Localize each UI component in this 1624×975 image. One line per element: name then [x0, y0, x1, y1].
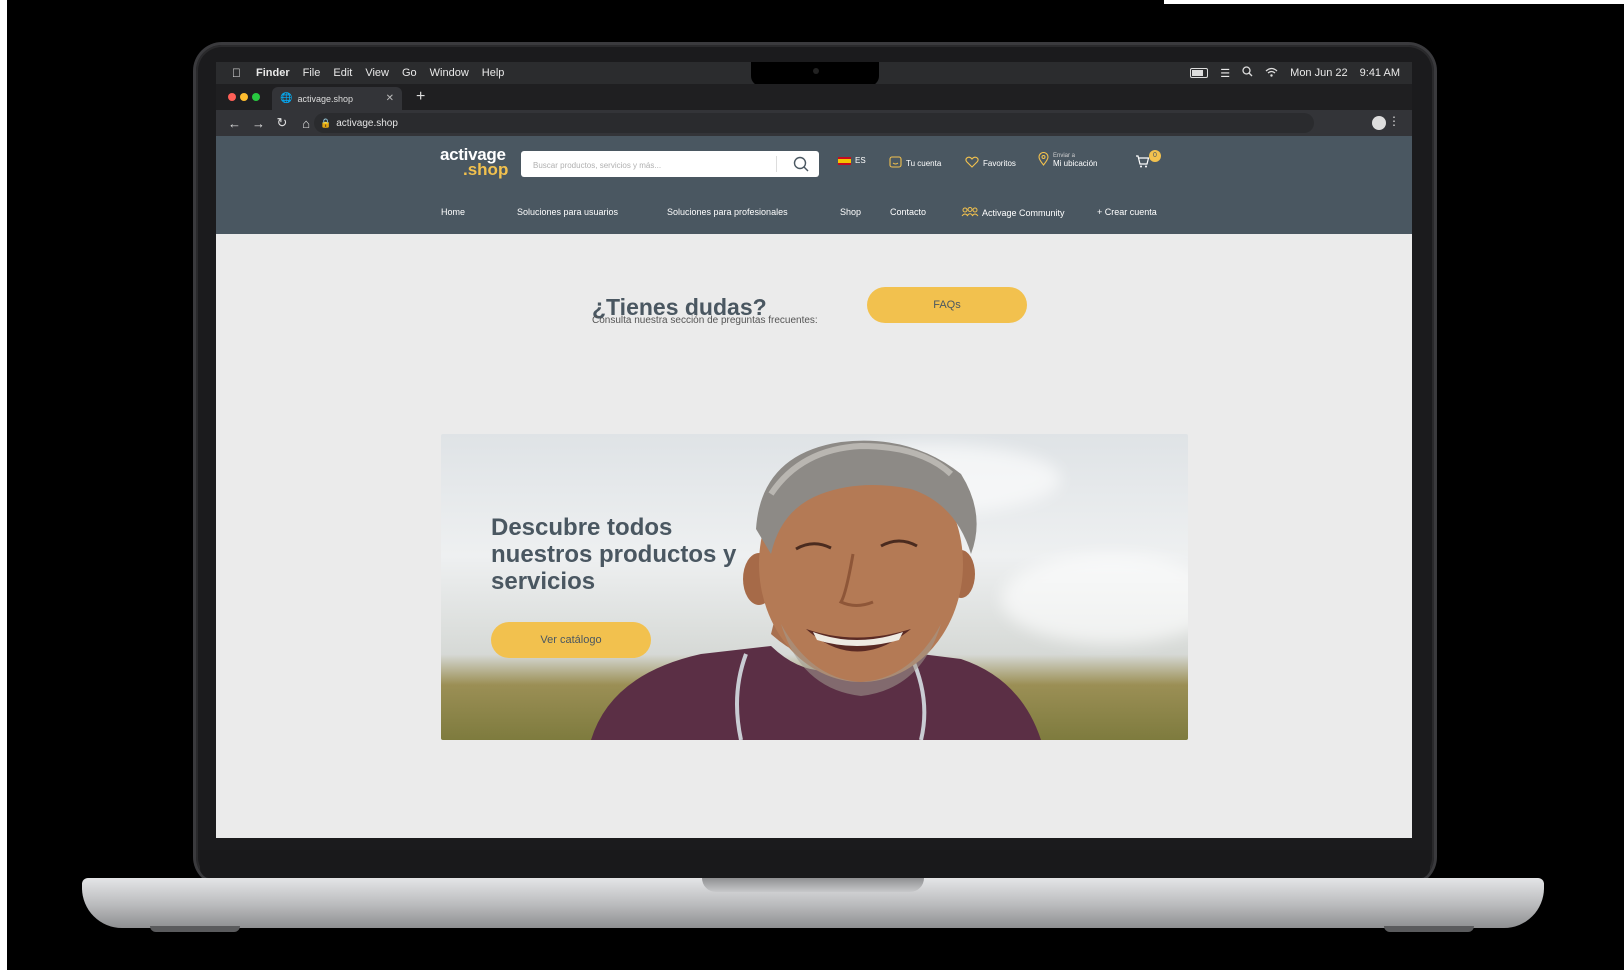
browser-tabbar: 🌐 activage.shop ✕ +	[216, 84, 1412, 110]
nav-shop[interactable]: Shop	[840, 207, 861, 217]
language-selector[interactable]: ES	[838, 156, 866, 165]
search-divider	[776, 156, 777, 172]
lock-icon: 🔒	[320, 117, 332, 128]
back-arrow-icon[interactable]: ←	[228, 116, 241, 131]
nav-user-solutions[interactable]: Soluciones para usuarios	[517, 207, 618, 217]
nav-home[interactable]: Home	[441, 207, 465, 217]
screen-notch	[751, 62, 879, 86]
location-label: Mi ubicación	[1053, 158, 1098, 168]
home-icon[interactable]: ⌂	[300, 116, 312, 131]
menu-edit[interactable]: Edit	[333, 67, 352, 79]
menu-view[interactable]: View	[365, 67, 389, 79]
account-label: Tu cuenta	[906, 158, 942, 168]
browser-tab[interactable]: 🌐 activage.shop ✕	[272, 87, 402, 110]
hero-heading: Descubre todos nuestros productos y serv…	[491, 514, 737, 595]
menu-file[interactable]: File	[303, 67, 321, 79]
wifi-icon[interactable]	[1265, 67, 1278, 80]
menu-window[interactable]: Window	[430, 67, 469, 79]
site-header: activage .shop ES Tu cuenta Favoritos	[216, 136, 1412, 234]
cart-button[interactable]	[1135, 155, 1150, 170]
menubar-status: ☰ Mon Jun 22 9:41 AM	[1190, 62, 1400, 84]
address-bar[interactable]: 🔒 activage.shop	[314, 113, 1314, 133]
site-logo[interactable]: activage .shop	[440, 146, 509, 179]
reload-icon[interactable]: ↻	[276, 115, 288, 131]
camera-icon	[813, 68, 819, 74]
heart-icon	[965, 156, 979, 170]
url-text: activage.shop	[336, 117, 398, 129]
menu-help[interactable]: Help	[482, 67, 505, 79]
account-link[interactable]: Tu cuenta	[889, 156, 941, 170]
frame-edge-top	[1164, 0, 1624, 4]
laptop-foot-right	[1384, 926, 1474, 932]
favorites-label: Favoritos	[983, 158, 1016, 168]
nav-professional-solutions[interactable]: Soluciones para profesionales	[667, 207, 788, 217]
language-label: ES	[855, 156, 866, 165]
hero-banner: Descubre todos nuestros productos y serv…	[441, 434, 1188, 740]
nav-contact[interactable]: Contacto	[890, 207, 926, 217]
location-pin-icon	[1038, 151, 1049, 168]
laptop-foot-left	[150, 926, 240, 932]
globe-icon: 🌐	[280, 93, 293, 104]
menubar-date[interactable]: Mon Jun 22	[1290, 67, 1347, 79]
frame-edge-left	[0, 0, 7, 975]
search-input[interactable]	[531, 155, 775, 175]
faqs-button[interactable]: FAQs	[867, 287, 1027, 323]
more-menu-icon[interactable]: ⋮	[1388, 114, 1400, 128]
battery-icon[interactable]	[1190, 68, 1209, 78]
apple-icon[interactable]: 	[232, 66, 244, 80]
community-people-icon	[961, 207, 979, 219]
location-link[interactable]: Enviar a Mi ubicación	[1038, 151, 1098, 168]
cart-icon	[1135, 155, 1150, 170]
laptop-screen:  Finder File Edit View Go Window Help ☰…	[216, 62, 1412, 838]
window-zoom-button[interactable]	[252, 93, 260, 101]
laptop-opening-notch	[702, 878, 924, 892]
browser-toolbar: ← → ↻ ⌂ 🔒 activage.shop ⋮	[216, 110, 1412, 136]
nav-community[interactable]: Activage Community	[961, 207, 1065, 219]
tab-close-icon[interactable]: ✕	[386, 93, 394, 104]
menu-go[interactable]: Go	[402, 67, 417, 79]
cart-count-badge: 0	[1149, 150, 1161, 162]
search-box	[521, 151, 819, 177]
new-tab-button[interactable]: +	[416, 88, 425, 106]
nav-create-account[interactable]: + Crear cuenta	[1097, 207, 1157, 217]
control-center-icon[interactable]: ☰	[1220, 67, 1230, 80]
frame-edge-bottom	[0, 970, 1624, 975]
view-catalog-button[interactable]: Ver catálogo	[491, 622, 651, 658]
tab-title: activage.shop	[297, 93, 353, 104]
user-face-icon	[889, 156, 902, 170]
favorites-link[interactable]: Favoritos	[965, 156, 1016, 170]
window-close-button[interactable]	[228, 93, 236, 101]
community-label: Activage Community	[982, 208, 1065, 218]
search-icon[interactable]	[792, 155, 810, 173]
profile-avatar[interactable]	[1372, 116, 1386, 130]
spotlight-search-icon[interactable]	[1242, 66, 1253, 80]
menubar-time[interactable]: 9:41 AM	[1360, 67, 1400, 79]
forward-arrow-icon[interactable]: →	[252, 116, 265, 131]
faq-subtitle: Consulta nuestra sección de preguntas fr…	[592, 315, 818, 326]
menu-finder[interactable]: Finder	[256, 67, 290, 79]
window-minimize-button[interactable]	[240, 93, 248, 101]
spain-flag-icon	[838, 156, 851, 165]
logo-text-shop: .shop	[463, 160, 509, 179]
laptop-lid-chin	[200, 850, 1430, 878]
